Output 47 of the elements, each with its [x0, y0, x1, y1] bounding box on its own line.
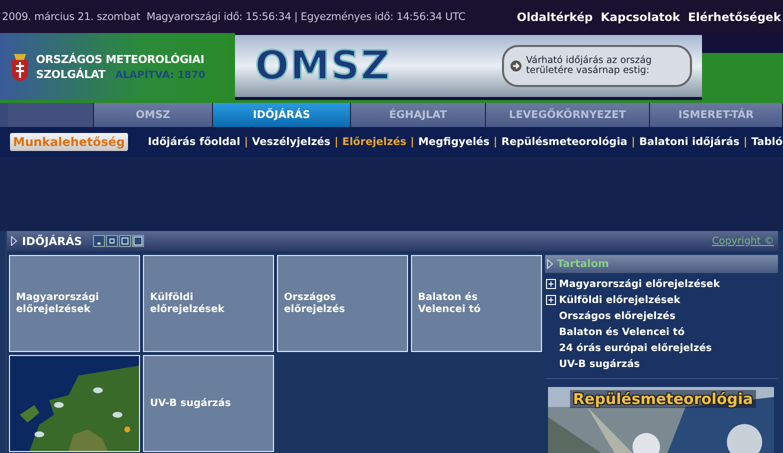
- subnav-link[interactable]: Időjárás főoldal: [148, 136, 240, 148]
- sidebar-link[interactable]: Magyarországi előrejelzések: [559, 278, 720, 290]
- sidebar-title: Tartalom: [557, 258, 609, 270]
- sidebar-link[interactable]: 24 órás európai előrejelzés: [559, 342, 712, 354]
- date-time: 2009. március 21. szombat Magyarországi idő: 15:56:34 | Egyezményes idő: 14:56:34 UTC: [2, 10, 466, 22]
- subnav-link[interactable]: Veszélyjelzés: [252, 136, 330, 148]
- triangle-icon: [547, 259, 553, 269]
- separator: |: [744, 136, 748, 148]
- layout-size-icon[interactable]: [106, 235, 118, 247]
- layout-size-icon[interactable]: [132, 235, 144, 247]
- sidebar-link[interactable]: UV-B sugárzás: [559, 358, 640, 370]
- panel-title: IDŐJÁRÁS: [22, 234, 82, 248]
- forecast-tile[interactable]: Országos előrejelzés: [277, 255, 408, 352]
- layout-size-icon[interactable]: [119, 235, 132, 247]
- separator: |: [244, 136, 248, 148]
- forecast-box[interactable]: Várható időjárás az ország területére vasárnap estig:: [502, 45, 692, 87]
- forecast-tile[interactable]: Magyarországi előrejelzések: [9, 255, 140, 352]
- org-name: ORSZÁGOS METEOROLÓGIAI: [36, 52, 206, 66]
- header-link[interactable]: Oldaltérkép: [516, 10, 593, 24]
- layout-size-icon[interactable]: [93, 235, 106, 247]
- separator: |: [494, 136, 498, 148]
- subnav-link[interactable]: Balatoni időjárás: [639, 136, 740, 148]
- triangle-icon: [11, 236, 17, 246]
- sidebar-link[interactable]: Országos előrejelzés: [559, 310, 676, 322]
- subnav-link[interactable]: Tabló: [751, 136, 783, 148]
- sidebar-link[interactable]: Külföldi előrejelzések: [559, 294, 680, 306]
- org-name: SZOLGÁLAT: [36, 68, 106, 80]
- separator: |: [631, 136, 636, 148]
- arrow-icon: [510, 60, 522, 72]
- promo-title[interactable]: Repülésmeteorológia: [570, 390, 756, 408]
- subnav-link[interactable]: Repülésmeteorológia: [501, 136, 628, 148]
- banner-title: OMSZ: [255, 43, 391, 89]
- separator: |: [334, 136, 338, 148]
- forecast-tile[interactable]: UV-B sugárzás: [143, 355, 274, 452]
- forecast-tile[interactable]: Külföldi előrejelzések: [143, 255, 274, 352]
- sidebar-link[interactable]: Balaton és Velencei tó: [559, 326, 685, 338]
- subnav-link[interactable]: Megfigyelés: [418, 136, 490, 148]
- subnav-link[interactable]: Előrejelzés: [342, 136, 406, 148]
- header-link[interactable]: Kapcsolatok: [600, 10, 680, 24]
- expand-icon[interactable]: [546, 295, 556, 305]
- forecast-tile[interactable]: Balaton és Velencei tó: [411, 255, 542, 352]
- expand-icon[interactable]: [546, 279, 556, 289]
- nav-tab[interactable]: IDŐJÁRÁS: [213, 103, 351, 127]
- header-link[interactable]: Elérhetőségek: [688, 10, 781, 24]
- separator: |: [410, 136, 414, 148]
- founded-label: ALAPÍTVA: 1870: [115, 70, 206, 80]
- forecast-message: Várható időjárás az ország területére vasárnap estig:: [526, 56, 653, 76]
